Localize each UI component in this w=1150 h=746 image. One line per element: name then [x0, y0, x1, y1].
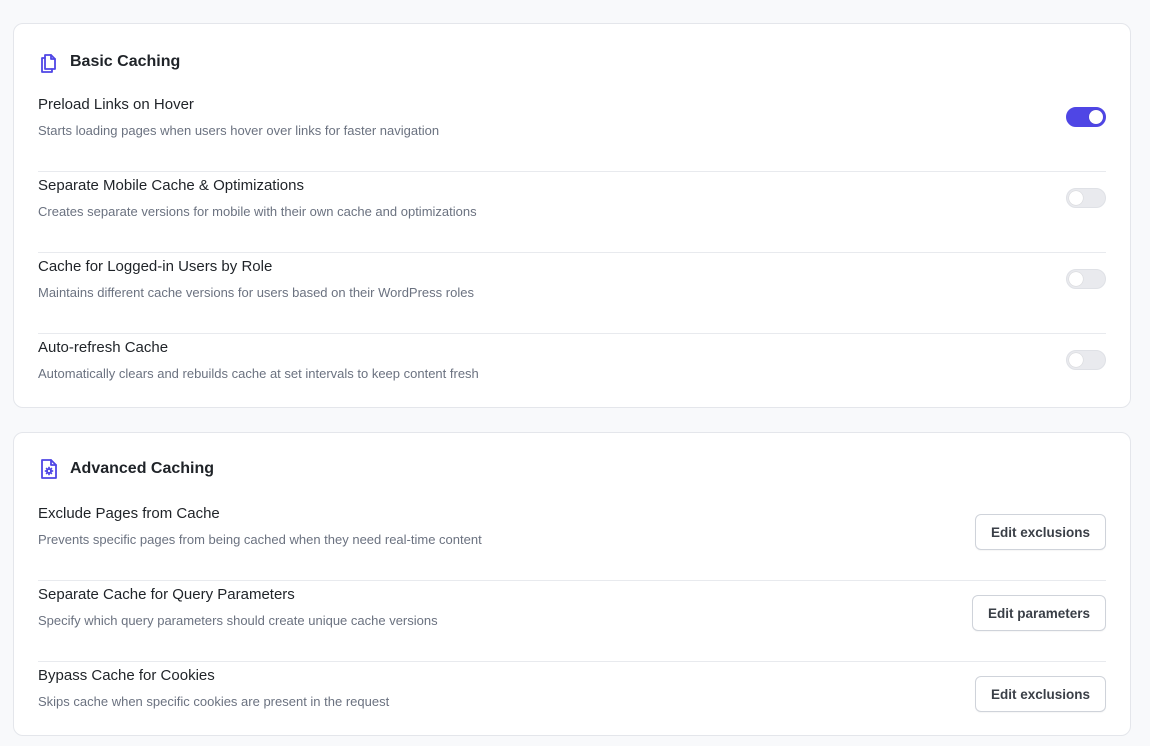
setting-row-mobile-cache: Separate Mobile Cache & Optimizations Cr…	[38, 172, 1106, 253]
setting-description: Skips cache when specific cookies are pr…	[38, 694, 390, 709]
setting-description: Specify which query parameters should cr…	[38, 613, 438, 628]
advanced-caching-title: Advanced Caching	[70, 460, 215, 477]
auto-refresh-toggle[interactable]	[1066, 350, 1106, 370]
setting-row-exclude-pages: Exclude Pages from Cache Prevents specif…	[38, 500, 1106, 581]
edit-page-exclusions-button[interactable]: Edit exclusions	[974, 514, 1106, 550]
advanced-caching-list: Exclude Pages from Cache Prevents specif…	[38, 500, 1106, 743]
setting-title: Exclude Pages from Cache	[38, 505, 220, 522]
basic-caching-header: Basic Caching	[38, 50, 180, 74]
toggle-knob	[1069, 272, 1083, 286]
setting-title: Cache for Logged-in Users by Role	[38, 258, 273, 275]
setting-description: Prevents specific pages from being cache…	[38, 532, 482, 547]
setting-title: Separate Mobile Cache & Optimizations	[38, 177, 304, 194]
toggle-knob	[1069, 353, 1083, 367]
edit-cookie-exclusions-button[interactable]: Edit exclusions	[974, 676, 1106, 712]
toggle-knob	[1089, 110, 1103, 124]
toggle-knob	[1069, 191, 1083, 205]
setting-title: Auto-refresh Cache	[38, 339, 169, 356]
setting-row-query-parameters: Separate Cache for Query Parameters Spec…	[38, 581, 1106, 662]
file-settings-icon	[38, 458, 60, 480]
setting-description: Automatically clears and rebuilds cache …	[38, 366, 479, 381]
setting-description: Creates separate versions for mobile wit…	[38, 204, 477, 219]
advanced-caching-header: Advanced Caching	[38, 457, 214, 481]
setting-title: Bypass Cache for Cookies	[38, 667, 215, 684]
setting-title: Preload Links on Hover	[38, 96, 194, 113]
setting-row-logged-in-cache: Cache for Logged-in Users by Role Mainta…	[38, 253, 1106, 334]
basic-caching-title: Basic Caching	[70, 53, 181, 70]
setting-description: Starts loading pages when users hover ov…	[38, 123, 440, 138]
logged-in-cache-toggle[interactable]	[1066, 269, 1106, 289]
setting-row-preload-links: Preload Links on Hover Starts loading pa…	[38, 91, 1106, 172]
mobile-cache-toggle[interactable]	[1066, 188, 1106, 208]
copy-icon	[38, 51, 60, 73]
advanced-caching-card: Advanced Caching Exclude Pages from Cach…	[13, 432, 1131, 736]
basic-caching-card: Basic Caching Preload Links on Hover Sta…	[13, 23, 1131, 408]
settings-page: Basic Caching Preload Links on Hover Sta…	[0, 0, 1150, 746]
setting-row-auto-refresh: Auto-refresh Cache Automatically clears …	[38, 334, 1106, 415]
setting-description: Maintains different cache versions for u…	[38, 285, 474, 300]
setting-row-bypass-cookies: Bypass Cache for Cookies Skips cache whe…	[38, 662, 1106, 743]
setting-title: Separate Cache for Query Parameters	[38, 586, 295, 603]
preload-links-toggle[interactable]	[1066, 107, 1106, 127]
basic-caching-list: Preload Links on Hover Starts loading pa…	[38, 91, 1106, 415]
edit-parameters-button[interactable]: Edit parameters	[971, 595, 1106, 631]
